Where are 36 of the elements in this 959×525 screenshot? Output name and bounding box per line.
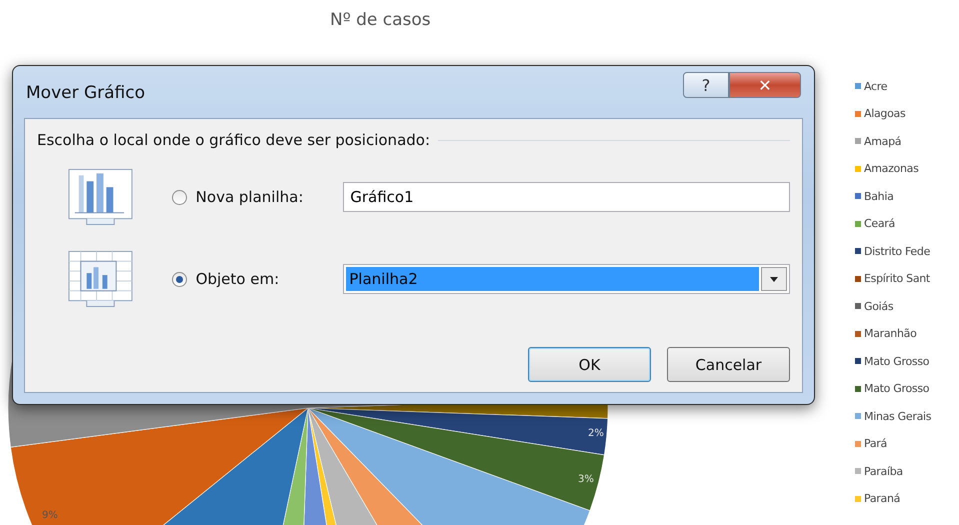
- option-label: Nova planilha:: [196, 188, 304, 206]
- option-label: Objeto em:: [196, 270, 280, 288]
- legend-label: Ceará: [864, 217, 895, 230]
- legend-label: Pará: [864, 437, 887, 450]
- legend-label: Bahia: [864, 190, 894, 202]
- slice-label: 2%: [588, 428, 604, 439]
- sheet-dropdown[interactable]: Planilha2: [343, 264, 790, 294]
- legend-label: Paraná: [864, 492, 900, 505]
- legend-label: Acre: [864, 80, 888, 92]
- ok-button[interactable]: OK: [528, 347, 651, 382]
- legend-label: Paraíba: [864, 464, 903, 478]
- cancel-button[interactable]: Cancelar: [667, 347, 790, 382]
- chart-sheet-icon: [67, 167, 134, 227]
- legend-label: Amapá: [864, 134, 902, 148]
- legend-label: Mato Grosso: [864, 382, 930, 395]
- radio-button[interactable]: [172, 272, 187, 286]
- legend-label: Espírito Sant: [864, 272, 930, 285]
- legend-label: Amazonas: [864, 162, 919, 175]
- help-button[interactable]: ?: [683, 72, 729, 98]
- legend-label: Goiás: [864, 300, 894, 312]
- legend-label: Minas Gerais: [864, 410, 932, 422]
- dropdown-caret-icon[interactable]: [761, 267, 787, 291]
- embedded-chart-icon: [67, 249, 134, 309]
- legend-label: Maranhão: [864, 327, 917, 340]
- sheet-name-field[interactable]: Gráfico1: [343, 182, 790, 212]
- selected-value: Planilha2: [346, 267, 759, 291]
- slice-label: 9%: [42, 510, 58, 521]
- legend-label: Mato Grosso: [864, 354, 930, 368]
- group-heading: Escolha o local onde o gráfico deve ser posicionado:: [37, 131, 430, 149]
- radio-button[interactable]: [172, 190, 187, 204]
- close-button[interactable]: ✕: [729, 72, 801, 98]
- window-title: Mover Gráfico: [26, 83, 146, 103]
- legend-label: Distrito Fede: [864, 244, 930, 258]
- legend-label: Alagoas: [864, 107, 906, 120]
- chart-title: Nº de casos: [330, 10, 431, 30]
- slice-label: 3%: [578, 474, 594, 485]
